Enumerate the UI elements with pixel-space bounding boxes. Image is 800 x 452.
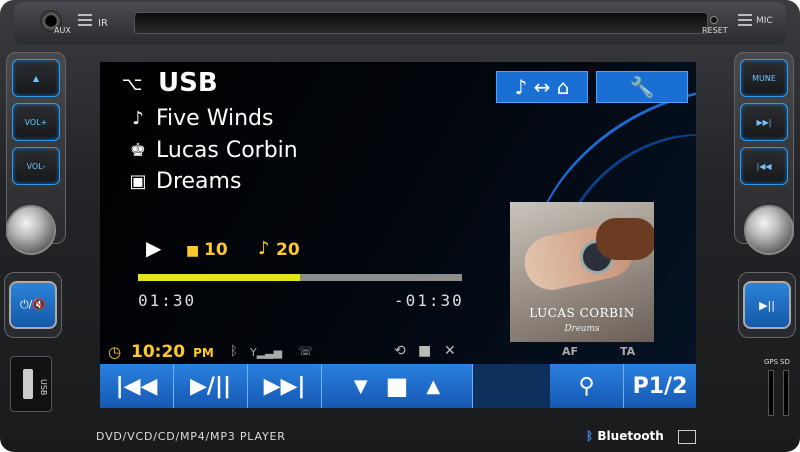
- play-button-bezel: ▶||: [738, 272, 796, 338]
- aux-label: AUX: [54, 26, 71, 35]
- footer-label: DVD/VCD/CD/MP4/MP3 PLAYER: [96, 430, 286, 443]
- bluetooth-status-icon: ᛒ: [230, 344, 238, 359]
- clock-time: 10:20: [131, 342, 186, 362]
- next-track-button[interactable]: ▶▶|: [740, 103, 788, 141]
- folder-nav-icon: ■: [385, 372, 409, 400]
- usb-port-socket: [23, 369, 33, 399]
- top-bar: AUX IR RESET MIC: [14, 2, 786, 44]
- mic-grille-3: [738, 24, 752, 26]
- mune-button[interactable]: MUNE: [740, 59, 788, 97]
- usb-port[interactable]: USB: [10, 356, 52, 412]
- bluetooth-icon: ᛒ: [586, 429, 598, 443]
- repeat-icon: ⟲: [394, 343, 406, 359]
- search-icon: ⚲: [578, 373, 595, 399]
- ta-label[interactable]: TA: [620, 345, 635, 358]
- sd-slot[interactable]: [783, 370, 789, 416]
- folder-count: 10: [204, 240, 228, 260]
- ir-grille-3: [78, 24, 92, 26]
- sd-label: SD: [780, 358, 790, 366]
- settings-button[interactable]: 🔧: [596, 71, 688, 103]
- album-icon: ▣: [129, 171, 147, 192]
- music-nav-switch-button[interactable]: ♪ ↔ ⌂: [496, 71, 588, 103]
- gps-slot: [768, 370, 774, 416]
- time-elapsed: 01:30: [138, 291, 197, 310]
- car-stereo-unit: AUX IR RESET MIC ▲ VOL+ VOL- ⏻/🔇 USB MUN…: [0, 0, 800, 452]
- mic-grille-2: [738, 19, 752, 21]
- wrench-icon: 🔧: [629, 75, 655, 99]
- volume-knob[interactable]: [6, 205, 56, 255]
- shuffle-icon: ✕: [444, 343, 456, 359]
- touch-screen: ⌥ USB ♪ Five Winds ♚ Lucas Corbin ▣ Drea…: [100, 62, 696, 408]
- af-label[interactable]: AF: [562, 345, 578, 358]
- signal-icon: Y▂▃▅: [250, 346, 283, 359]
- album-art-title: LUCAS CORBIN: [529, 306, 635, 320]
- ir-label: IR: [98, 18, 108, 29]
- track-title: Five Winds: [156, 106, 274, 131]
- search-button[interactable]: ⚲: [550, 364, 624, 408]
- progress-fill: [138, 274, 300, 281]
- ir-grille-2: [78, 19, 92, 21]
- power-button-bezel: ⏻/🔇: [4, 272, 62, 338]
- track-title-row: ♪ Five Winds: [126, 106, 273, 131]
- artist-name: Lucas Corbin: [156, 138, 298, 163]
- album-name: Dreams: [156, 169, 242, 194]
- artist-icon: ♚: [129, 140, 147, 161]
- folder-nav-button[interactable]: ▼ ■ ▲: [322, 364, 473, 408]
- prev-button[interactable]: |◀◀: [100, 364, 174, 408]
- album-art-subtitle: Dreams: [564, 324, 600, 334]
- play-pause-icon: ▶/||: [189, 373, 232, 399]
- gps-label: GPS: [764, 358, 779, 366]
- bluetooth-label: Bluetooth: [597, 429, 664, 443]
- folder-mode-icon: ■: [418, 343, 432, 359]
- source-title: USB: [158, 68, 218, 98]
- ir-grille-1: [78, 14, 92, 16]
- phone-icon: ☏: [298, 344, 314, 358]
- play-icon: ▶: [146, 236, 162, 260]
- folder-icon: ■: [186, 243, 200, 259]
- folder-down-icon[interactable]: ▼: [354, 376, 368, 397]
- music-note-icon: ♪: [132, 108, 144, 129]
- skip-forward-icon: ▶▶|: [263, 373, 306, 399]
- music-nav-switch-icon: ♪ ↔ ⌂: [514, 75, 570, 99]
- bottom-control-bar: |◀◀ ▶/|| ▶▶| ▼ ■ ▲ ⚲ P1/2: [100, 364, 696, 408]
- touchscreen-logo-icon: [678, 430, 696, 444]
- tune-knob[interactable]: [744, 205, 794, 255]
- clock-icon: ◷: [108, 343, 122, 361]
- skip-back-icon: |◀◀: [115, 373, 158, 399]
- reset-button[interactable]: [710, 16, 718, 24]
- track-number-icon: ♪: [258, 238, 270, 259]
- next-button[interactable]: ▶▶|: [248, 364, 322, 408]
- time-remaining: -01:30: [394, 291, 464, 310]
- artist-row: ♚ Lucas Corbin: [126, 138, 298, 163]
- power-mute-button[interactable]: ⏻/🔇: [9, 281, 57, 329]
- album-art-hair: [596, 218, 654, 260]
- eject-button[interactable]: ▲: [12, 59, 60, 97]
- mic-label: MIC: [756, 16, 773, 26]
- usb-icon: ⌥: [121, 74, 143, 95]
- clock-period: PM: [193, 346, 214, 360]
- folder-up-icon[interactable]: ▲: [426, 376, 440, 397]
- status-row: ◷ 10:20 PM: [108, 342, 214, 362]
- bluetooth-logo-text: ᛒ Bluetooth: [586, 429, 664, 443]
- progress-bar[interactable]: [138, 274, 462, 281]
- volume-up-button[interactable]: VOL+: [12, 103, 60, 141]
- reset-label: RESET: [702, 26, 728, 35]
- page-button[interactable]: P1/2: [624, 364, 696, 408]
- prev-track-button[interactable]: |◀◀: [740, 147, 788, 185]
- play-pause-screen-button[interactable]: ▶/||: [174, 364, 248, 408]
- track-number: 20: [276, 240, 300, 260]
- volume-down-button[interactable]: VOL-: [12, 147, 60, 185]
- album-art: LUCAS CORBIN Dreams: [510, 202, 654, 342]
- play-pause-button[interactable]: ▶||: [743, 281, 791, 329]
- album-row: ▣ Dreams: [126, 169, 241, 194]
- usb-port-label: USB: [39, 379, 48, 396]
- mic-grille-1: [738, 14, 752, 16]
- bottom-bar-spacer: [473, 364, 549, 408]
- disc-slot: [134, 12, 708, 34]
